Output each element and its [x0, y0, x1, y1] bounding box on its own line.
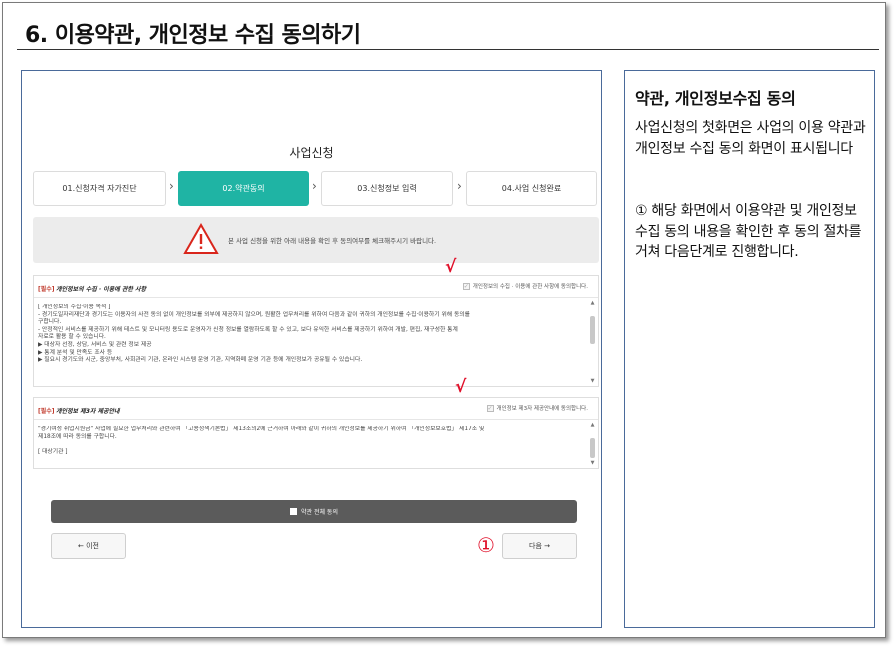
third-party-checkbox[interactable]: ✓ 개인정보 제3자 제공안내에 동의합니다.	[486, 404, 588, 412]
terms-line: ▶ 필요시 경기도와 시군, 중앙부처, 사회관리 기관, 온라인 시스템 운영…	[38, 357, 363, 364]
section-header: [필수] 개인정보 제3자 제공안내 ✓ 개인정보 제3자 제공안내에 동의합니…	[34, 398, 598, 420]
terms-line: "경기여성 취업지원금" 사업에 필요한 업무처리와 관련하여 「고용정책기본법…	[38, 426, 485, 432]
checkbox-label: 개인정보의 수집 · 이용에 관한 사항에 동의합니다.	[472, 284, 588, 290]
scroll-down-icon[interactable]: ▼	[589, 378, 596, 384]
chevron-right-icon: ›	[169, 179, 174, 193]
required-tag: [필수]	[38, 286, 55, 293]
terms-line: ▶ 대상자 선정, 상담, 서비스 및 관련 정보 제공	[38, 341, 152, 348]
checkbox-label: 개인정보 제3자 제공안내에 동의합니다.	[496, 406, 588, 412]
description-title: 약관, 개인정보수집 동의	[635, 89, 796, 108]
description-paragraph-1: 사업신청의 첫화면은 사업의 이용 약관과 개인정보 수집 동의 화면이 표시됩…	[635, 120, 866, 157]
terms-line: 자료로 활용 할 수 있습니다.	[38, 334, 106, 341]
description-panel: 약관, 개인정보수집 동의 사업신청의 첫화면은 사업의 이용 약관과 개인정보…	[624, 70, 875, 628]
next-button[interactable]: 다음 →	[502, 533, 577, 559]
terms-line	[38, 441, 583, 449]
section-title: 개인정보 제3자 제공안내	[56, 408, 120, 415]
title-divider	[17, 49, 879, 50]
agree-all-label: 약관 전체 동의	[301, 509, 338, 516]
notice-text: 본 사업 신청을 위한 아래 내용을 확인 후 동의여부를 체크해주시기 바랍니…	[228, 237, 437, 245]
checkbox-icon[interactable]: ✓	[486, 404, 494, 412]
step-3[interactable]: 03.신청정보 입력	[321, 171, 453, 206]
check-annotation-1: √	[445, 257, 457, 277]
terms-line: [ 대상기관 ]	[38, 448, 68, 455]
scroll-thumb[interactable]	[590, 438, 595, 458]
scrollbar[interactable]: ▲ ▼	[589, 300, 596, 384]
step-2[interactable]: 02.약관동의	[178, 171, 309, 206]
step-4[interactable]: 04.사업 신청완료	[466, 171, 597, 206]
check-annotation-2: √	[455, 377, 467, 397]
application-title: 사업신청	[289, 146, 334, 160]
chevron-right-icon: ›	[312, 179, 317, 193]
scroll-up-icon[interactable]: ▲	[589, 422, 596, 428]
terms-line: - 경기도일자리재단과 경기도는 이용자의 사전 동의 없이 개인정보를 외부에…	[38, 311, 470, 318]
privacy-collection-checkbox[interactable]: ✓ 개인정보의 수집 · 이용에 관한 사항에 동의합니다.	[462, 282, 588, 290]
terms-line: [ 개인정보의 수집·이용 목적 ]	[38, 304, 111, 310]
checkbox-icon[interactable]: ✓	[462, 282, 470, 290]
third-party-section: [필수] 개인정보 제3자 제공안내 ✓ 개인정보 제3자 제공안내에 동의합니…	[33, 397, 599, 469]
scroll-down-icon[interactable]: ▼	[589, 460, 596, 466]
terms-line: 제18조에 따라 동의를 구합니다.	[38, 433, 117, 440]
step-1[interactable]: 01.신청자격 자가진단	[33, 171, 166, 206]
notice-box: 본 사업 신청을 위한 아래 내용을 확인 후 동의여부를 체크해주시기 바랍니…	[33, 217, 599, 263]
page-title: 6. 이용약관, 개인정보 수집 동의하기	[25, 23, 361, 48]
checkbox-icon[interactable]	[290, 508, 298, 515]
terms-text: [ 개인정보의 수집·이용 목적 ] - 경기도일자리재단과 경기도는 이용자의…	[38, 304, 583, 384]
privacy-collection-section: [필수] 개인정보의 수집 · 이용에 관한 사항 ✓ 개인정보의 수집 · 이…	[33, 275, 599, 387]
prev-button[interactable]: ← 이전	[51, 533, 126, 559]
scroll-up-icon[interactable]: ▲	[589, 300, 596, 306]
agree-all-button[interactable]: 약관 전체 동의	[51, 500, 577, 523]
description-paragraph-2: ① 해당 화면에서 이용약관 및 개인정보수집 동의 내용을 확인한 후 동의 …	[635, 203, 862, 260]
scrollbar[interactable]: ▲ ▼	[589, 422, 596, 466]
terms-text: "경기여성 취업지원금" 사업에 필요한 업무처리와 관련하여 「고용정책기본법…	[38, 426, 583, 466]
step-marker-1: ①	[477, 533, 495, 557]
scroll-thumb[interactable]	[590, 316, 595, 344]
required-tag: [필수]	[38, 408, 55, 415]
chevron-right-icon: ›	[457, 179, 462, 193]
terms-line: 구합니다.	[38, 319, 62, 326]
terms-line: - 안정적인 서비스를 제공하기 위해 테스트 및 모니터링 용도로 운영자가 …	[38, 326, 458, 333]
screenshot-panel: 사업신청 01.신청자격 자가진단 › 02.약관동의 › 03.신청정보 입력…	[21, 70, 602, 628]
section-title: 개인정보의 수집 · 이용에 관한 사항	[56, 286, 147, 293]
section-header: [필수] 개인정보의 수집 · 이용에 관한 사항 ✓ 개인정보의 수집 · 이…	[34, 276, 598, 298]
warning-icon	[183, 223, 219, 254]
